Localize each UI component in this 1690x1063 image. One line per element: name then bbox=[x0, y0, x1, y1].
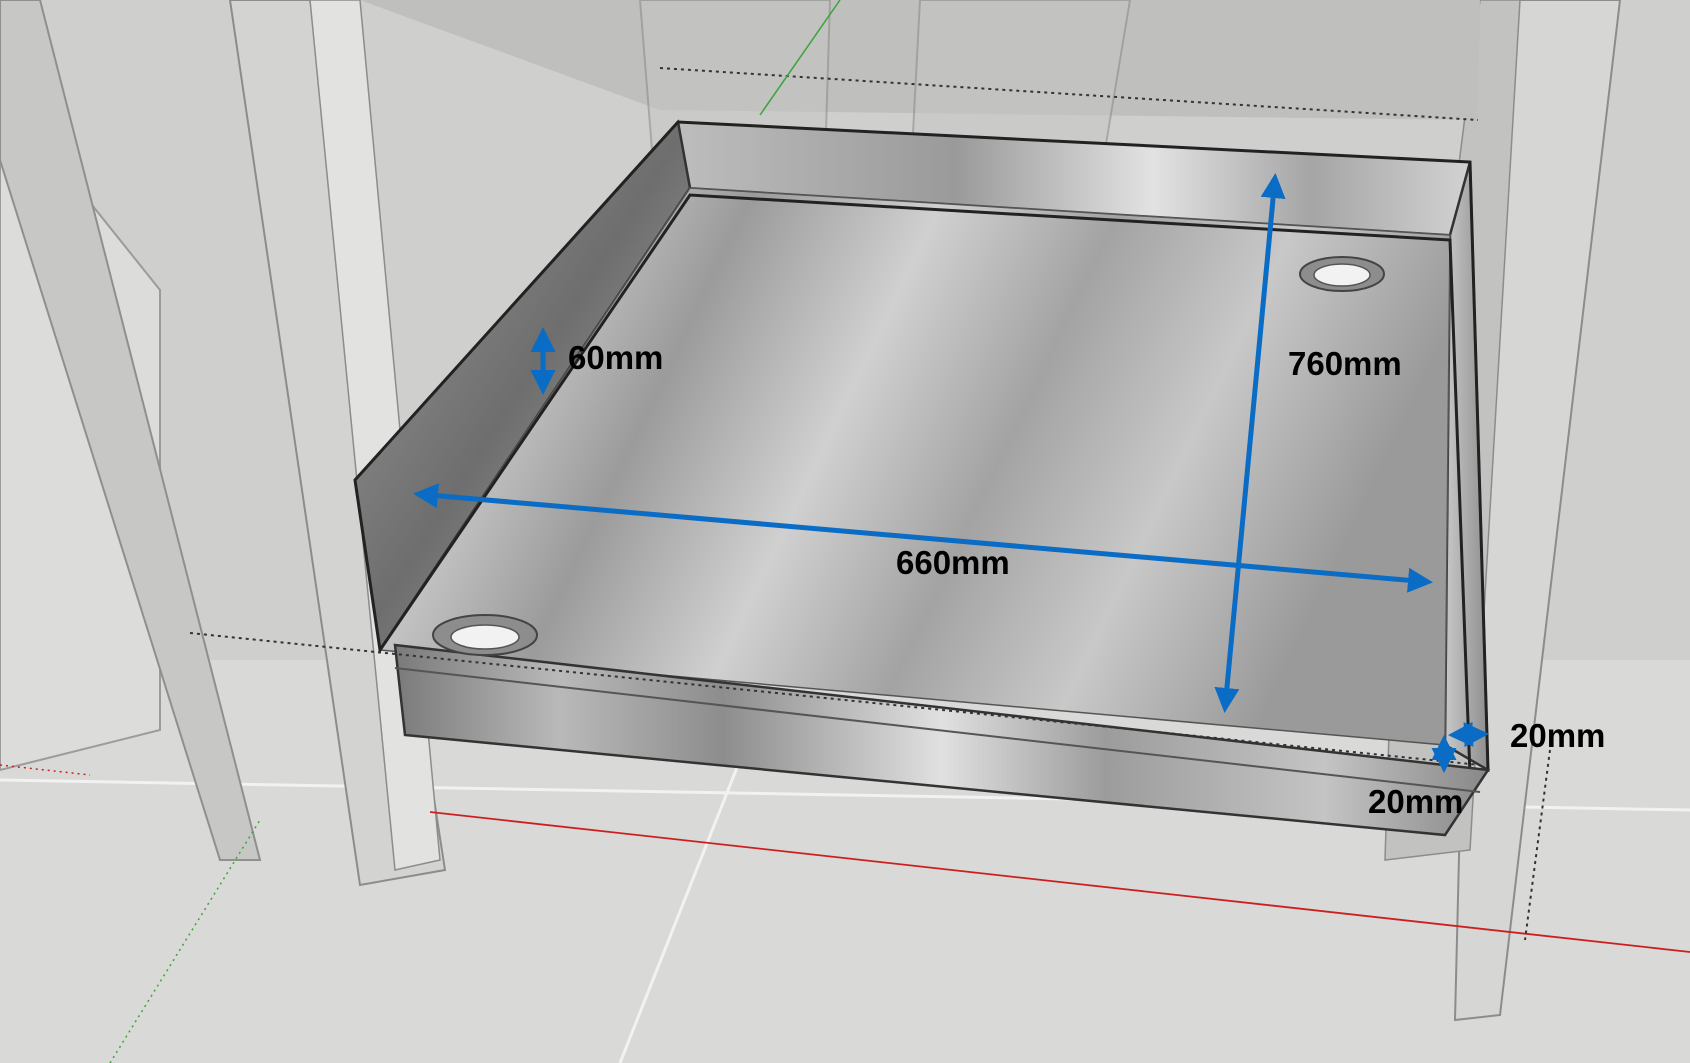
side-height-label: 60mm bbox=[568, 339, 663, 376]
side-thickness-label: 20mm bbox=[1510, 717, 1605, 754]
side-thickness-arrow bbox=[1448, 721, 1489, 748]
depth-label: 760mm bbox=[1288, 345, 1402, 382]
shower-tray-diagram: 60mm 760mm 660mm 20mm 20mm bbox=[0, 0, 1690, 1063]
drain-front-left bbox=[432, 614, 538, 656]
drain-back-right bbox=[1299, 256, 1385, 292]
base-thickness-label: 20mm bbox=[1368, 783, 1463, 820]
width-label: 660mm bbox=[896, 544, 1010, 581]
